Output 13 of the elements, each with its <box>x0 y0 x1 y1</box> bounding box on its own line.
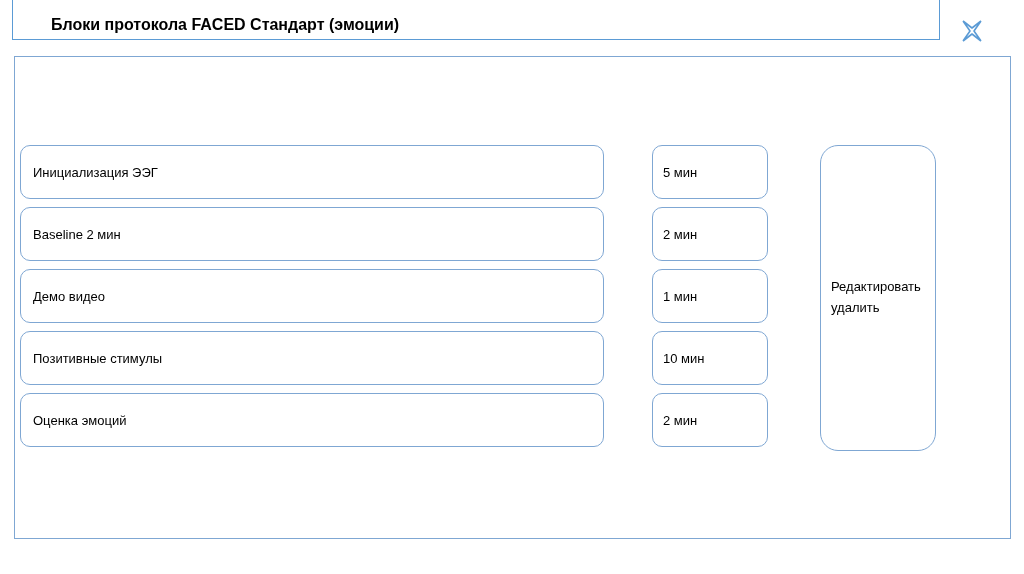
protocol-block[interactable]: Демо видео <box>20 269 604 323</box>
protocol-block[interactable]: Оценка эмоций <box>20 393 604 447</box>
protocol-block[interactable]: Baseline 2 мин <box>20 207 604 261</box>
edit-delete-button[interactable]: Редактировать удалить <box>820 145 936 451</box>
protocol-block[interactable]: Позитивные стимулы <box>20 331 604 385</box>
close-icon[interactable] <box>961 19 983 43</box>
duration-box: 1 мин <box>652 269 768 323</box>
duration-box: 2 мин <box>652 393 768 447</box>
duration-box: 5 мин <box>652 145 768 199</box>
duration-box: 2 мин <box>652 207 768 261</box>
duration-box: 10 мин <box>652 331 768 385</box>
protocol-block[interactable]: Инициализация ЭЭГ <box>20 145 604 199</box>
page-title: Блоки протокола FACED Стандарт (эмоции) <box>51 15 400 34</box>
